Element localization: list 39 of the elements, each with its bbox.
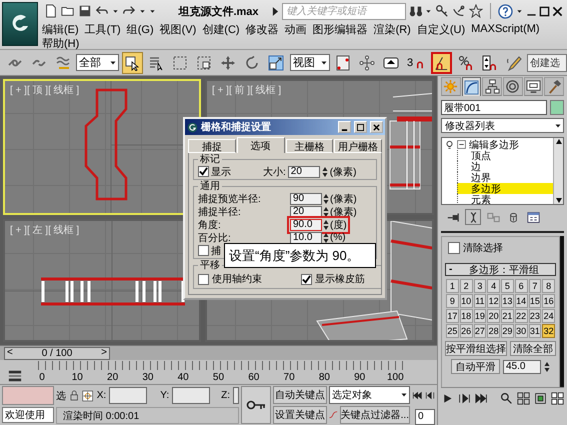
ruler-label: 90 <box>353 372 366 383</box>
checkbox-label: 显示橡皮筋 <box>315 272 366 286</box>
unit-label: (度) <box>330 218 347 232</box>
frame-counter: 0 / 100 <box>42 348 72 358</box>
dialog-title: 栅格和捕捉设置 <box>201 120 271 134</box>
coordinate-label: X: <box>96 390 106 401</box>
rollout-title: 多边形：平滑组 <box>468 264 540 276</box>
ruler-label: 100 <box>386 372 403 383</box>
field-label: 捕捉预览半径: <box>198 192 262 206</box>
checkbox-label: 清除选择 <box>463 242 503 255</box>
selection-label: 选 <box>56 390 66 402</box>
group-title: 标记 <box>199 154 221 165</box>
coordinate-label: Y: <box>160 390 170 401</box>
ruler-label: 60 <box>247 372 260 383</box>
ruler-label: 0 <box>38 372 46 383</box>
unit-label: (像素) <box>330 192 357 206</box>
ruler-label: 80 <box>318 372 331 383</box>
instruction-tooltip: 设置“角度”参数为 90。 <box>224 243 376 268</box>
checkbox-label: 显示 <box>211 166 231 178</box>
field-label: 捕捉半径: <box>198 206 242 218</box>
checkbox-label: 捕 <box>211 244 221 258</box>
field-label: 百分比: <box>198 232 232 244</box>
ruler-label: 30 <box>141 372 154 383</box>
ruler-label: 10 <box>70 372 84 383</box>
checkbox-label: 使用轴约束 <box>212 272 263 286</box>
field-label: 大小: <box>263 166 286 178</box>
field-label: 角度: <box>198 218 222 232</box>
group-title: 通用 <box>199 181 221 192</box>
unit-label: (%) <box>330 232 346 243</box>
render-time-text: 渲染时间 0:00:01 <box>56 407 239 424</box>
ruler-label: 70 <box>282 372 296 383</box>
document-title: 坦克源文件.max <box>178 4 259 18</box>
ruler-label: 40 <box>176 372 190 383</box>
welcome-text: 欢迎使用 <box>2 407 54 423</box>
unit-label: (像素) <box>330 166 356 178</box>
ruler-label: 20 <box>106 372 120 383</box>
group-title: 平移 <box>199 260 221 271</box>
ruler-label: 50 <box>212 372 226 383</box>
coordinate-label: Z: <box>221 390 230 401</box>
